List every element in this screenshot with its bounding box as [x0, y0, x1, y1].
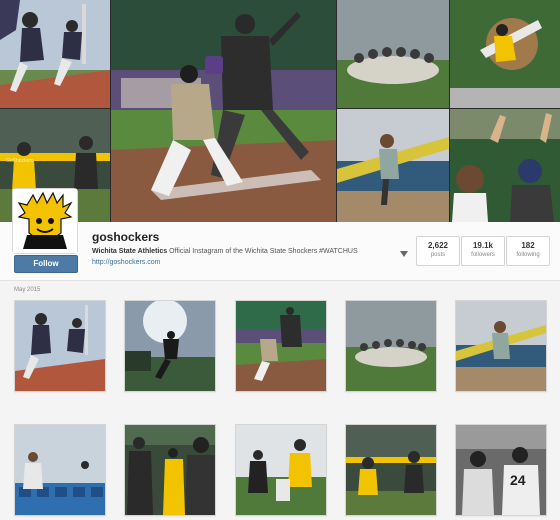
stat-following-label: following — [516, 252, 540, 258]
post-thumbnail[interactable] — [124, 424, 216, 516]
stat-posts-label: posts — [430, 252, 446, 258]
stat-followers-count: 19.1k — [472, 241, 494, 250]
profile-header: Follow goshockers Wichita State Athletic… — [0, 188, 560, 281]
post-thumbnail[interactable] — [455, 300, 547, 392]
stat-followers-label: followers — [471, 252, 495, 258]
options-dropdown[interactable] — [400, 244, 408, 257]
post-thumbnail[interactable] — [345, 424, 437, 516]
post-thumbnail[interactable] — [235, 300, 327, 392]
banner-photo-home-plate[interactable] — [111, 0, 336, 222]
profile-website-link[interactable]: http://goshockers.com — [92, 259, 160, 266]
post-thumbnail[interactable] — [124, 300, 216, 392]
banner-photo-fans-cheering[interactable] — [450, 109, 560, 222]
avatar[interactable] — [12, 188, 78, 254]
banner-photo-young-fan[interactable] — [337, 109, 449, 222]
cover-banner: GoShockers — [0, 0, 560, 222]
stat-following[interactable]: 182 following — [506, 236, 550, 266]
banner-watermark: GoShockers — [6, 158, 34, 164]
profile-bio: Wichita State Athletics Official Instagr… — [92, 248, 358, 255]
post-thumbnail[interactable] — [235, 424, 327, 516]
post-thumbnail[interactable] — [345, 300, 437, 392]
post-thumbnail[interactable] — [14, 300, 106, 392]
stat-followers[interactable]: 19.1k followers — [461, 236, 505, 266]
banner-photo-player-overhead[interactable] — [450, 0, 560, 108]
post-thumbnail[interactable] — [14, 424, 106, 516]
chevron-down-icon — [400, 251, 408, 257]
profile-username: goshockers — [92, 230, 160, 244]
svg-text:24: 24 — [510, 472, 526, 488]
wushock-logo-icon — [13, 189, 77, 253]
stat-posts[interactable]: 2,622 posts — [416, 236, 460, 266]
feed-month-label: May 2015 — [14, 287, 41, 293]
follow-button[interactable]: Follow — [14, 255, 78, 273]
stat-posts-count: 2,622 — [427, 241, 449, 250]
banner-photo-team-huddle[interactable] — [337, 0, 449, 108]
profile-display-name: Wichita State Athletics — [92, 248, 168, 255]
profile-bio-text: Official Instagram of the Wichita State … — [169, 248, 358, 255]
banner-photo-players-running[interactable] — [0, 0, 110, 108]
post-thumbnail[interactable]: 24 — [455, 424, 547, 516]
stat-following-count: 182 — [521, 241, 535, 250]
